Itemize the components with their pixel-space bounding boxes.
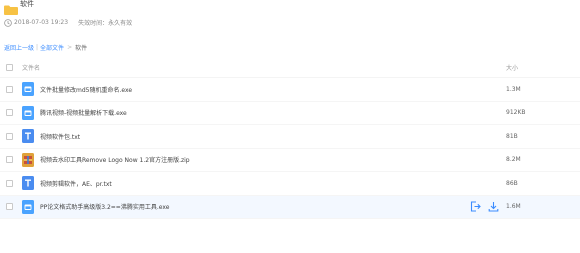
file-row-hovered[interactable]: PP论文格式助手高级版3.2==沸腾实用工具.exe 1.6M	[0, 195, 580, 219]
breadcrumb-current: 软件	[75, 45, 88, 52]
folder-meta: 2018-07-03 19:23 失效时间：永久有效	[4, 18, 132, 27]
column-header-name: 文件名	[22, 65, 41, 72]
row-checkbox[interactable]	[6, 179, 13, 187]
clock-icon	[4, 18, 12, 27]
file-row[interactable]: 视频软件包.txt 81B	[0, 125, 580, 149]
row-checkbox[interactable]	[6, 203, 13, 211]
exe-file-icon	[22, 82, 34, 97]
breadcrumb-arrow-icon: >	[67, 44, 73, 51]
txt-file-icon	[22, 176, 34, 191]
zip-file-icon	[22, 152, 34, 167]
file-name[interactable]: PP论文格式助手高级版3.2==沸腾实用工具.exe	[40, 202, 169, 211]
exe-file-icon	[22, 105, 34, 120]
file-name[interactable]: 视频去水印工具Remove Logo Now 1.2官方注册版.zip	[40, 155, 190, 164]
file-list: 文件名 大小 文件批量修改md5随机重命名.exe 1.3M 腾讯视频-视频批量…	[0, 58, 580, 219]
save-to-drive-icon[interactable]	[470, 201, 481, 212]
file-row[interactable]: 文件批量修改md5随机重命名.exe 1.3M	[0, 78, 580, 102]
file-size: 1.6M	[506, 203, 521, 211]
breadcrumb: 返回上一级 | 全部文件 > 软件	[4, 43, 87, 52]
file-size: 1.3M	[506, 85, 521, 93]
all-files-link[interactable]: 全部文件	[40, 43, 64, 52]
row-actions	[470, 201, 499, 212]
select-all-checkbox[interactable]	[6, 64, 13, 71]
txt-file-icon	[22, 129, 34, 144]
created-time: 2018-07-03 19:23	[14, 19, 69, 26]
expiry-info: 失效时间：永久有效	[78, 20, 133, 27]
list-header: 文件名 大小	[0, 58, 580, 78]
file-size: 8.2M	[506, 156, 521, 164]
file-size: 86B	[506, 179, 518, 187]
file-size: 81B	[506, 132, 518, 140]
file-row[interactable]: 视频剪辑软件，AE、pr.txt 86B	[0, 172, 580, 196]
download-icon[interactable]	[488, 201, 499, 212]
file-row[interactable]: 视频去水印工具Remove Logo Now 1.2官方注册版.zip 8.2M	[0, 149, 580, 172]
exe-file-icon	[22, 199, 34, 214]
row-checkbox[interactable]	[6, 132, 13, 140]
folder-title: 软件	[20, 0, 34, 8]
row-checkbox[interactable]	[6, 156, 13, 164]
folder-icon	[4, 0, 18, 15]
file-name[interactable]: 腾讯视频-视频批量解析下载.exe	[40, 108, 127, 117]
file-size: 912KB	[506, 109, 526, 117]
row-checkbox[interactable]	[6, 109, 13, 117]
back-link[interactable]: 返回上一级	[4, 43, 34, 52]
file-name[interactable]: 视频剪辑软件，AE、pr.txt	[40, 179, 112, 188]
column-header-size: 大小	[506, 65, 519, 72]
row-checkbox[interactable]	[6, 85, 13, 93]
breadcrumb-divider: |	[36, 44, 39, 51]
folder-header: 软件 2018-07-03 19:23 失效时间：永久有效	[0, 0, 580, 40]
file-row[interactable]: 腾讯视频-视频批量解析下载.exe 912KB	[0, 102, 580, 125]
file-name[interactable]: 文件批量修改md5随机重命名.exe	[40, 85, 132, 94]
file-name[interactable]: 视频软件包.txt	[40, 132, 80, 141]
